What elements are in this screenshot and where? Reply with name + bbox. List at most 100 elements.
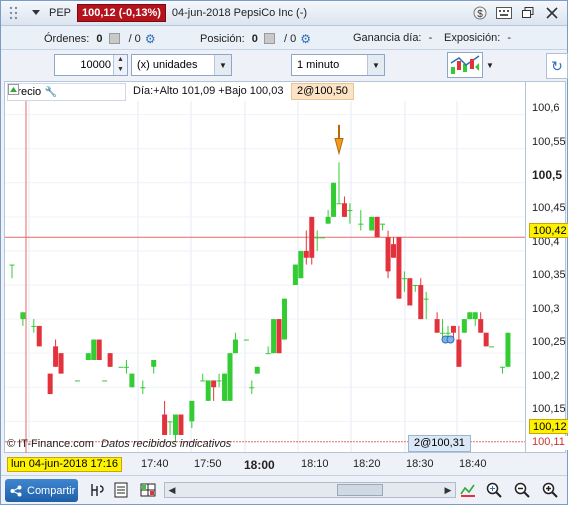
x-tick-label: 17:40	[141, 458, 169, 470]
y-tick-label: 100,6	[532, 102, 560, 114]
candle-body	[401, 278, 407, 280]
chevron-down-icon[interactable]: ▼	[367, 55, 384, 75]
price-chart[interactable]: Precio 🔧 Día:+Alto 101,09 +Bajo 100,03 2…	[4, 81, 568, 454]
candle-body	[91, 339, 97, 360]
candle-body	[347, 210, 353, 212]
candle-body	[200, 380, 206, 382]
candle-body	[102, 380, 108, 382]
candle-body	[265, 353, 271, 355]
close-position-icon[interactable]	[263, 33, 275, 44]
candle-body	[276, 319, 282, 354]
scroll-right-icon[interactable]: ▶	[441, 483, 455, 497]
candle-body	[216, 380, 222, 382]
cursor-datetime-label: lun 04-jun-2018 17:16	[7, 457, 123, 472]
candle-body	[173, 414, 178, 435]
candle-body	[118, 366, 124, 368]
candle-body	[461, 319, 467, 333]
quantity-input[interactable]: 10000 ▲ ▼	[54, 54, 128, 76]
scroll-left-icon[interactable]: ◀	[165, 483, 179, 497]
notes-icon[interactable]	[112, 481, 130, 499]
svg-text:$: $	[477, 9, 483, 20]
price-change-badge: 100,12 (-0,13%)	[77, 4, 166, 22]
position-summary-row: Órdenes: 0 / 0 ⚙ Posición: 0 / 0 ⚙ Ganan…	[1, 26, 567, 50]
candle-body	[205, 380, 211, 401]
zoom-out-icon[interactable]	[513, 481, 531, 499]
candlestick-plot[interactable]	[5, 82, 567, 454]
candle-body	[331, 182, 337, 217]
horizontal-scrollbar[interactable]: ◀ ▶	[164, 482, 456, 498]
candle-body	[151, 359, 157, 367]
x-tick-label: 18:20	[353, 458, 381, 470]
candle-body	[412, 285, 418, 287]
position-summary: Posición: 0 / 0 ⚙	[200, 32, 312, 46]
candle-body	[167, 421, 173, 423]
grid-icon[interactable]	[139, 481, 157, 499]
gear-icon[interactable]: ⚙	[145, 32, 156, 46]
wrench-icon[interactable]: 🔧	[44, 86, 57, 99]
cancel-orders-icon[interactable]	[108, 33, 120, 44]
candle-body	[303, 250, 309, 258]
scrollbar-thumb[interactable]	[337, 484, 383, 496]
keyboard-icon[interactable]	[493, 4, 515, 22]
indicator-icon[interactable]	[88, 481, 106, 499]
candle-body	[472, 312, 478, 320]
candle-body	[222, 373, 228, 401]
x-tick-label: 18:00	[244, 458, 275, 472]
candle-body	[9, 264, 15, 266]
close-icon[interactable]	[8, 84, 89, 99]
candle-body	[489, 346, 495, 348]
candle-body	[53, 346, 59, 367]
candle-body	[456, 339, 462, 367]
close-icon[interactable]	[541, 4, 563, 22]
refresh-icon[interactable]: ↻	[546, 53, 568, 79]
move-down-icon[interactable]	[8, 84, 105, 99]
move-up-icon[interactable]	[8, 84, 121, 99]
candle-body	[107, 353, 113, 367]
low-price-label: 100,11	[529, 436, 568, 450]
candle-body	[380, 223, 386, 225]
toolbar: 10000 ▲ ▼ (x) unidades ▼ 1 minuto ▼ ▼ ↻	[1, 50, 568, 81]
orders-summary: Órdenes: 0 / 0 ⚙	[44, 32, 156, 46]
dropdown-arrow-icon[interactable]	[27, 4, 45, 22]
candle-body	[96, 339, 102, 360]
drag-grip-icon[interactable]	[5, 4, 23, 22]
candle-body	[500, 366, 505, 368]
units-select[interactable]: (x) unidades ▼	[131, 54, 232, 76]
candle-body	[385, 237, 391, 272]
time-axis: lun 04-jun-2018 17:16 17:40 17:50 18:00 …	[4, 453, 566, 475]
candle-body	[129, 373, 135, 388]
quantity-stepper[interactable]: ▲ ▼	[113, 55, 127, 75]
cursor-trade-badge: 2@100,31	[408, 435, 471, 452]
duplicate-icon[interactable]	[8, 84, 73, 99]
candle-body	[418, 285, 424, 320]
candle-body	[391, 244, 396, 258]
chart-type-button[interactable]	[447, 52, 483, 78]
current-price-label: 100,12	[529, 419, 568, 434]
candle-body	[36, 325, 42, 347]
restore-icon[interactable]	[517, 4, 539, 22]
chart-type-icon	[450, 55, 480, 74]
share-button[interactable]: Compartir	[5, 479, 78, 502]
zoom-in-icon[interactable]	[541, 481, 559, 499]
candle-body	[74, 380, 80, 382]
zoom-fit-icon[interactable]	[485, 481, 503, 499]
crosshair-price-label: 100,42	[529, 223, 568, 238]
y-tick-label: 100,25	[532, 336, 566, 348]
chevron-down-icon[interactable]: ▼	[483, 52, 497, 78]
interval-select[interactable]: 1 minuto ▼	[291, 54, 385, 76]
candle-body	[467, 312, 473, 320]
dollar-icon[interactable]: $	[469, 4, 491, 22]
candle-body	[374, 216, 380, 238]
candle-body	[298, 250, 304, 279]
instrument-symbol[interactable]: PEP	[49, 7, 71, 19]
y-tick-label: 100,55	[532, 136, 566, 148]
y-tick-label: 100,5	[532, 168, 563, 182]
chevron-down-icon[interactable]: ▼	[214, 55, 231, 75]
candle-body	[369, 216, 375, 231]
candle-body	[31, 325, 37, 327]
candle-body	[178, 414, 184, 435]
gear-icon[interactable]: ⚙	[300, 32, 311, 46]
candle-body	[440, 332, 446, 334]
indicator-add-icon[interactable]	[459, 481, 477, 499]
candle-body	[483, 332, 489, 347]
